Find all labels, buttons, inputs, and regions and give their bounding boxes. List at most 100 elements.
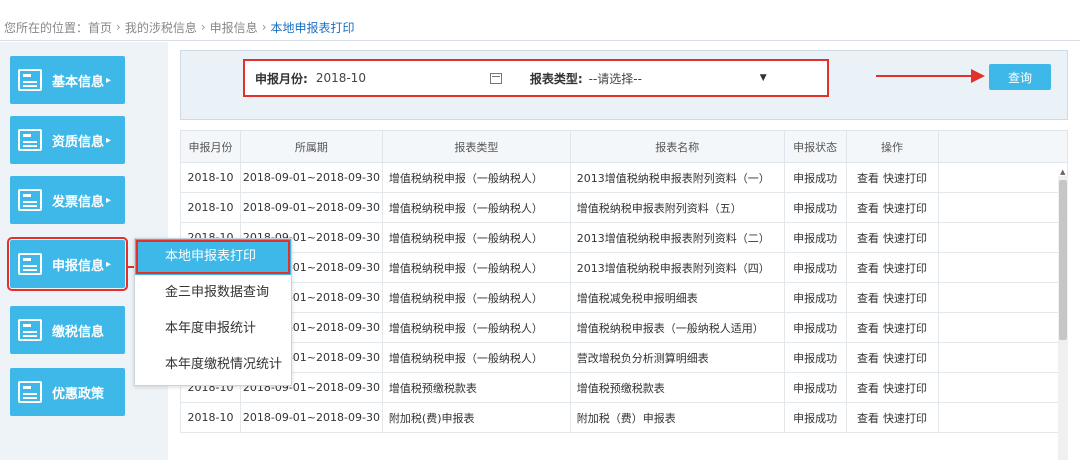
chevron-right-icon: ▸ (106, 74, 112, 86)
table-body: 2018-10 2018-09-01~2018-09-30 增值税纳税申报（一般纳税… (180, 162, 1068, 433)
view-link[interactable]: 查看 (857, 412, 879, 425)
table-row: 2018-10 2018-09-01~2018-09-30 附加税(费)申报表 附加税… (180, 402, 1068, 433)
search-criteria-box: 申报月份: 2018-10 报表类型: --请选择-- ▼ (243, 59, 829, 97)
cell-period: 2018-09-01~2018-09-30 (239, 192, 383, 223)
view-link[interactable]: 查看 (857, 382, 879, 395)
breadcrumb-separator: › (261, 20, 267, 34)
cell-report-name: 增值税纳税申报表（一般纳税人适用） (569, 312, 785, 343)
column-header: 申报月份 (180, 130, 241, 163)
quick-print-link[interactable]: 快速打印 (883, 412, 927, 425)
sidebar-item-label: 缴税信息 (52, 324, 105, 340)
cell-report-type: 增值税纳税申报（一般纳税人） (381, 282, 571, 313)
view-link[interactable]: 查看 (857, 292, 879, 305)
breadcrumb-declaration-info[interactable]: 申报信息 (210, 19, 258, 36)
submenu-item-jinsan-data-query[interactable]: 金三申报数据查询 (135, 275, 291, 311)
cell-actions: 查看 快速打印 (845, 222, 939, 253)
column-header: 报表名称 (569, 130, 785, 163)
quick-print-link[interactable]: 快速打印 (883, 202, 927, 215)
breadcrumb-separator: › (116, 20, 121, 34)
cell-empty (937, 222, 1068, 253)
cell-report-name: 营改增税负分析测算明细表 (569, 342, 785, 373)
sidebar-item-label: 优惠政策 (52, 386, 105, 402)
cell-report-type: 增值税纳税申报（一般纳税人） (381, 192, 571, 223)
sidebar-item-label: 基本信息 (52, 74, 105, 90)
cell-report-name: 增值税纳税申报表附列资料（五） (569, 192, 785, 223)
cell-report-type: 增值税预缴税款表 (381, 372, 571, 403)
column-header: 操作 (845, 130, 939, 163)
calendar-icon[interactable] (489, 72, 502, 84)
cell-report-name: 2013增值税纳税申报表附列资料（二） (569, 222, 785, 253)
sidebar-item-label: 申报信息 (52, 258, 105, 274)
policy-icon (18, 381, 42, 403)
quick-print-link[interactable]: 快速打印 (883, 352, 927, 365)
table-row: 2018-102018-09-01~2018-09-30增值税纳税申报（一般纳税… (180, 222, 1068, 253)
month-input[interactable]: 2018-10 (316, 67, 506, 89)
cell-report-type: 增值税纳税申报（一般纳税人） (381, 162, 571, 193)
sidebar-item-label: 发票信息 (52, 194, 105, 210)
view-link[interactable]: 查看 (857, 202, 879, 215)
cell-status: 申报成功 (783, 312, 847, 343)
report-type-select[interactable]: --请选择-- ▼ (589, 67, 779, 89)
breadcrumb-home[interactable]: 首页 (88, 19, 112, 36)
cell-status: 申报成功 (783, 282, 847, 313)
scrollbar-thumb[interactable] (1059, 180, 1067, 340)
quick-print-link[interactable]: 快速打印 (883, 262, 927, 275)
view-link[interactable]: 查看 (857, 262, 879, 275)
cell-empty (937, 312, 1068, 343)
column-header: 报表类型 (381, 130, 571, 163)
month-value: 2018-10 (315, 71, 366, 85)
sidebar-item-label: 资质信息 (52, 134, 105, 150)
cell-status: 申报成功 (783, 252, 847, 283)
cell-status: 申报成功 (783, 162, 847, 193)
annotation-arrow (876, 75, 976, 77)
quick-print-link[interactable]: 快速打印 (883, 382, 927, 395)
cell-empty (937, 372, 1068, 403)
column-header: 申报状态 (783, 130, 847, 163)
view-link[interactable]: 查看 (857, 232, 879, 245)
view-link[interactable]: 查看 (857, 322, 879, 335)
report-table-wrapper: 申报月份 所属期 报表类型 报表名称 申报状态 操作 2018-10 2018-0… (180, 130, 1068, 460)
view-link[interactable]: 查看 (857, 352, 879, 365)
invoice-icon (18, 189, 42, 211)
sidebar-item-tax-payment-info[interactable]: 缴税信息 (10, 306, 125, 354)
cell-report-type: 增值税纳税申报（一般纳税人） (381, 342, 571, 373)
cell-actions: 查看 快速打印 (845, 402, 939, 433)
sidebar-item-preferential-policy[interactable]: 优惠政策 (10, 368, 125, 416)
submenu-item-local-report-print[interactable]: 本地申报表打印 (135, 239, 291, 275)
cell-actions: 查看 快速打印 (845, 342, 939, 373)
cell-actions: 查看 快速打印 (845, 312, 939, 343)
breadcrumb-separator: › (200, 20, 206, 34)
quick-print-link[interactable]: 快速打印 (883, 322, 927, 335)
breadcrumb-prefix: 您所在的位置： (4, 20, 89, 35)
column-header: 所属期 (239, 130, 383, 163)
breadcrumb: 您所在的位置： 首页 › 我的涉税信息 › 申报信息 › 本地申报表打印 (4, 16, 355, 38)
cell-status: 申报成功 (783, 342, 847, 373)
cell-empty (937, 282, 1068, 313)
query-button[interactable]: 查询 (989, 64, 1051, 90)
checklist-icon (18, 129, 42, 151)
quick-print-link[interactable]: 快速打印 (883, 232, 927, 245)
cell-status: 申报成功 (783, 372, 847, 403)
declaration-submenu: 本地申报表打印 金三申报数据查询 本年度申报统计 本年度缴税情况统计 (134, 238, 292, 386)
quick-print-link[interactable]: 快速打印 (883, 292, 927, 305)
cell-empty (937, 252, 1068, 283)
table-row: 2018-102018-09-01~2018-09-30增值税纳税申报（一般纳税… (180, 282, 1068, 313)
cell-month: 2018-10 (180, 402, 241, 433)
cell-report-name: 2013增值税纳税申报表附列资料（四） (569, 252, 785, 283)
cell-empty (937, 162, 1068, 193)
quick-print-link[interactable]: 快速打印 (883, 172, 927, 185)
view-link[interactable]: 查看 (857, 172, 879, 185)
sidebar-item-declaration-info[interactable]: 申报信息 ▸ (7, 237, 128, 291)
submenu-item-annual-tax-payment-stats[interactable]: 本年度缴税情况统计 (135, 347, 291, 383)
sidebar-item-qualification-info[interactable]: 资质信息 ▸ (10, 116, 125, 164)
chevron-down-icon: ▼ (759, 73, 767, 83)
report-type-value: --请选择-- (588, 71, 642, 86)
scroll-up-icon[interactable]: ▲ (1060, 168, 1065, 176)
breadcrumb-my-tax-info[interactable]: 我的涉税信息 (125, 19, 197, 36)
annotation-arrow-head (971, 69, 985, 83)
sidebar-item-basic-info[interactable]: 基本信息 ▸ (10, 56, 125, 104)
submenu-item-annual-declaration-stats[interactable]: 本年度申报统计 (135, 311, 291, 347)
report-type-label: 报表类型: (529, 71, 583, 86)
cell-actions: 查看 快速打印 (845, 282, 939, 313)
sidebar-item-invoice-info[interactable]: 发票信息 ▸ (10, 176, 125, 224)
